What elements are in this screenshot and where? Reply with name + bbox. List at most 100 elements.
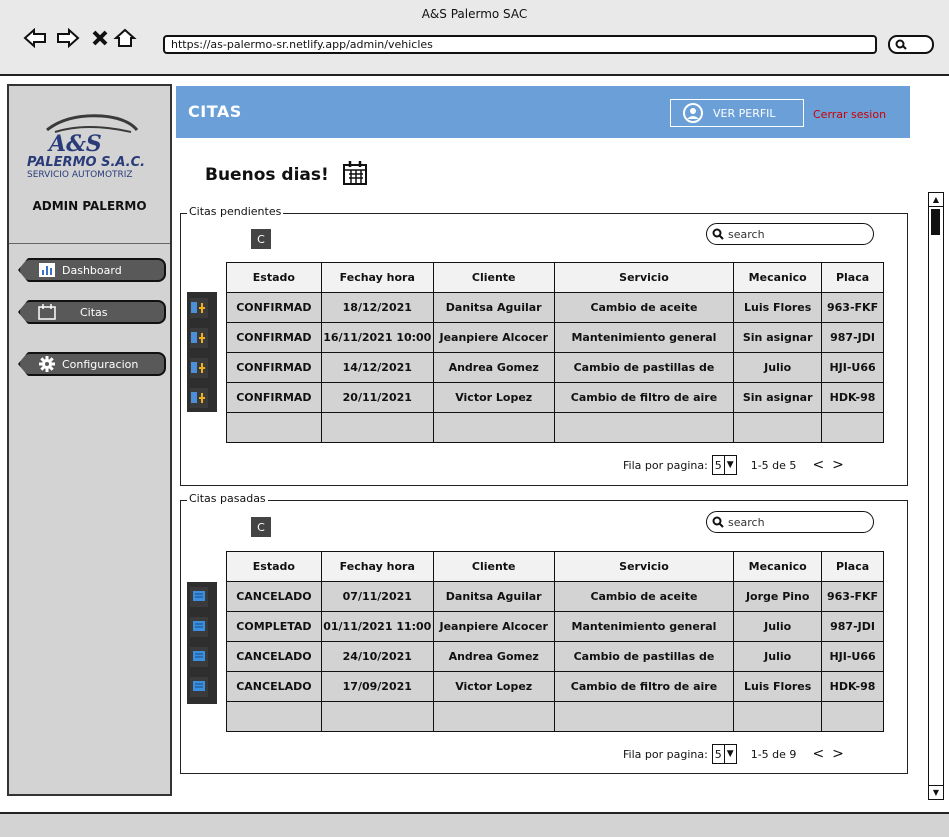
rows-per-page-select[interactable]: 5 ▼	[711, 455, 737, 475]
mechanic-cell: Jorge Pino	[733, 581, 823, 612]
column-header[interactable]: Estado	[226, 551, 322, 582]
browser-search-box[interactable]	[888, 35, 934, 54]
mechanic-cell: Sin asignar	[733, 322, 823, 353]
search-input[interactable]: search	[706, 511, 874, 533]
row-actions[interactable]	[190, 328, 208, 348]
mechanic-cell: Julio	[733, 352, 823, 383]
scroll-down-button[interactable]: ▼	[929, 785, 943, 799]
table-row[interactable]: CANCELADO 07/11/2021 Danitsa Aguilar Cam…	[226, 581, 884, 612]
service-cell: Mantenimiento general	[553, 611, 735, 642]
mechanic-cell: Luis Flores	[733, 671, 823, 702]
column-header[interactable]: Cliente	[432, 551, 555, 582]
pagination: Fila por pagina: 5 ▼ 1-5 de 5 <>	[623, 455, 852, 475]
close-icon	[92, 30, 108, 46]
scroll-thumb[interactable]	[931, 209, 940, 235]
window-title: A&S Palermo SAC	[421, 7, 528, 21]
client-cell: Danitsa Aguilar	[432, 292, 555, 323]
column-header[interactable]: Servicio	[553, 551, 735, 582]
table-row[interactable]: CANCELADO 17/09/2021 Victor Lopez Cambio…	[226, 671, 884, 702]
back-arrow-icon	[23, 28, 46, 48]
edit-icon	[191, 332, 205, 343]
scroll-up-button[interactable]: ▲	[929, 193, 943, 207]
client-cell: Victor Lopez	[432, 671, 555, 702]
home-button[interactable]	[112, 26, 138, 50]
search-icon	[712, 516, 724, 528]
row-details-button[interactable]	[190, 677, 208, 697]
stop-button[interactable]	[87, 26, 113, 50]
table-row[interactable]: CONFIRMAD 20/11/2021 Victor Lopez Cambio…	[226, 382, 884, 413]
refresh-button[interactable]: C	[251, 517, 271, 537]
sidebar-item-label: Citas	[80, 305, 108, 319]
sidebar-item-configuracion[interactable]: Configuracion	[18, 352, 166, 376]
gear-icon	[38, 356, 56, 372]
column-header[interactable]: Estado	[226, 262, 322, 293]
search-icon	[895, 39, 907, 50]
table-row[interactable]: CANCELADO 24/10/2021 Andrea Gomez Cambio…	[226, 641, 884, 672]
sidebar-item-dashboard[interactable]: Dashboard	[18, 258, 166, 282]
column-header[interactable]: Fechay hora	[320, 262, 434, 293]
forward-button[interactable]	[55, 26, 81, 50]
service-cell: Cambio de filtro de aire	[553, 382, 735, 413]
edit-icon	[191, 392, 205, 403]
client-cell: Danitsa Aguilar	[432, 581, 555, 612]
row-actions[interactable]	[190, 298, 208, 318]
row-details-button[interactable]	[190, 587, 208, 607]
empty-row	[226, 412, 884, 443]
svg-text:PALERMO S.A.C.: PALERMO S.A.C.	[27, 155, 145, 170]
bar-chart-icon	[38, 262, 56, 278]
sidebar-item-citas[interactable]: Citas	[18, 300, 166, 324]
page-header: CITAS VER PERFIL Cerrar sesion	[176, 86, 910, 138]
logout-link[interactable]: Cerrar sesion	[813, 108, 886, 121]
view-profile-button[interactable]: VER PERFIL	[670, 99, 804, 127]
next-page-button[interactable]: >	[832, 746, 852, 762]
search-input[interactable]: search	[706, 223, 874, 245]
table-row[interactable]: CONFIRMAD 18/12/2021 Danitsa Aguilar Cam…	[226, 292, 884, 323]
table-row[interactable]: CONFIRMAD 16/11/2021 10:00 Jeanpiere Alc…	[226, 322, 884, 353]
back-button[interactable]	[22, 26, 48, 50]
status-cell: CANCELADO	[226, 671, 322, 702]
column-header[interactable]: Mecanico	[733, 262, 823, 293]
row-details-button[interactable]	[190, 647, 208, 667]
table-row[interactable]: COMPLETAD 01/11/2021 11:00 Jeanpiere Alc…	[226, 611, 884, 642]
status-cell: COMPLETAD	[226, 611, 322, 642]
pending-table: Estado Fechay hora Cliente Servicio Meca…	[226, 262, 884, 443]
row-actions[interactable]	[190, 388, 208, 408]
admin-name: ADMIN PALERMO	[32, 199, 147, 213]
sidebar-item-label: Configuracion	[62, 357, 139, 371]
table-row[interactable]: CONFIRMAD 14/12/2021 Andrea Gomez Cambio…	[226, 352, 884, 383]
vertical-scrollbar[interactable]: ▲ ▼	[928, 192, 944, 800]
next-page-button[interactable]: >	[832, 457, 852, 473]
column-header[interactable]: Servicio	[553, 262, 735, 293]
panel-legend: Citas pasadas	[187, 492, 268, 505]
date-cell: 18/12/2021	[320, 292, 434, 323]
date-cell: 20/11/2021	[320, 382, 434, 413]
plate-cell: 987-JDI	[821, 322, 884, 353]
status-cell: CANCELADO	[226, 641, 322, 672]
column-header[interactable]: Placa	[821, 551, 884, 582]
plate-cell: HJI-U66	[821, 352, 884, 383]
refresh-button[interactable]: C	[251, 229, 271, 249]
rows-per-page-select[interactable]: 5 ▼	[711, 744, 737, 764]
chevron-down-icon: ▼	[726, 460, 734, 470]
column-header[interactable]: Placa	[821, 262, 884, 293]
column-header[interactable]: Fechay hora	[320, 551, 434, 582]
plate-cell: 963-FKF	[821, 292, 884, 323]
column-header[interactable]: Mecanico	[733, 551, 823, 582]
calendar-icon	[342, 160, 368, 190]
prev-page-button[interactable]: <	[812, 457, 832, 473]
date-cell: 14/12/2021	[320, 352, 434, 383]
address-bar[interactable]: https://as-palermo-sr.netlify.app/admin/…	[163, 35, 877, 54]
svg-text:SERVICIO AUTOMOTRIZ: SERVICIO AUTOMOTRIZ	[27, 170, 133, 178]
row-details-button[interactable]	[190, 617, 208, 637]
mechanic-cell: Julio	[733, 611, 823, 642]
plate-cell: 987-JDI	[821, 611, 884, 642]
row-actions[interactable]	[190, 358, 208, 378]
forward-arrow-icon	[57, 28, 80, 48]
client-cell: Jeanpiere Alcocer	[432, 611, 555, 642]
column-header[interactable]: Cliente	[432, 262, 555, 293]
prev-page-button[interactable]: <	[812, 746, 832, 762]
sidebar-divider	[9, 243, 170, 244]
client-cell: Victor Lopez	[432, 382, 555, 413]
empty-row	[226, 701, 884, 732]
status-cell: CONFIRMAD	[226, 292, 322, 323]
